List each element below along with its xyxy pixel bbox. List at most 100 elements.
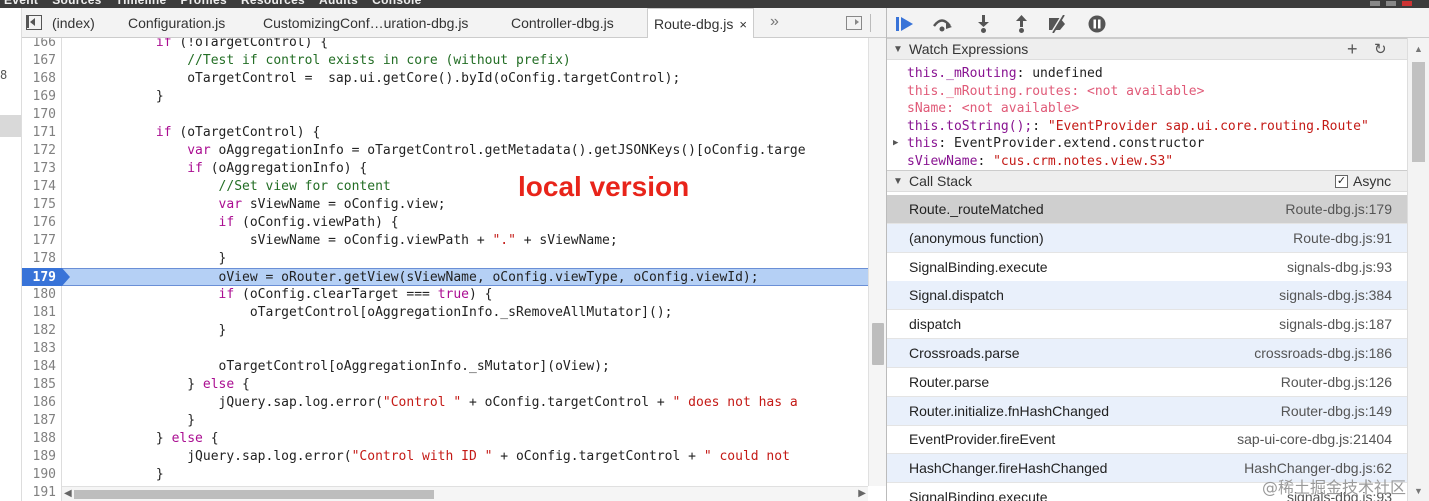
watch-expressions-header[interactable]: ▼ Watch Expressions + ↻ [887,38,1407,60]
call-frame[interactable]: EventProvider.fireEvent sap-ui-core-dbg.j… [887,425,1407,455]
line-number[interactable]: 176 [22,214,56,232]
menu-item[interactable]: Timeline [116,0,167,7]
refresh-watch-icon[interactable]: ↻ [1374,39,1387,61]
code-line[interactable]: 184 oTargetControl[oAggregationInfo._sMu… [22,358,868,376]
toggle-navigator-icon[interactable] [26,15,42,30]
line-number[interactable]: 184 [22,358,56,376]
line-number[interactable]: 173 [22,160,56,178]
line-number[interactable]: 178 [22,250,56,268]
line-number[interactable]: 171 [22,124,56,142]
line-number[interactable]: 182 [22,322,56,340]
code-line[interactable]: 167 //Test if control exists in core (wi… [22,52,868,70]
step-out-icon[interactable] [1011,15,1033,33]
scroll-down-icon[interactable]: ▼ [1414,486,1423,496]
collapse-triangle-icon[interactable]: ▼ [893,171,903,192]
code-line[interactable]: 183 [22,340,868,358]
code-line[interactable]: 168 oTargetControl = sap.ui.getCore().by… [22,70,868,88]
step-over-icon[interactable] [931,15,953,33]
call-frame[interactable]: SignalBinding.execute signals-dbg.js:93 [887,253,1407,282]
line-number[interactable]: 168 [22,70,56,88]
deactivate-breakpoints-icon[interactable] [1047,15,1069,33]
tab-controller-dbg-js[interactable]: Controller-dbg.js [511,8,614,38]
watch-expression-row[interactable]: this.toString();: "EventProvider sap.ui.… [907,118,1369,135]
editor-vertical-scrollbar[interactable] [868,38,886,486]
code-line[interactable]: 171 if (oTargetControl) { [22,124,868,142]
scrollbar-thumb[interactable] [74,490,434,499]
call-frame-location-link[interactable]: Router-dbg.js:149 [1281,397,1392,425]
watch-expression-row[interactable]: this._mRouting.routes: <not available> [907,83,1204,100]
watch-expression-row[interactable]: this._mRouting: undefined [907,65,1103,82]
call-frame-location-link[interactable]: signals-dbg.js:384 [1279,281,1392,309]
call-frame-location-link[interactable]: sap-ui-core-dbg.js:21404 [1237,425,1392,453]
code-editor[interactable]: 166 if (!oTargetControl) {167 //Test if … [22,38,886,501]
code-line[interactable]: 182 } [22,322,868,340]
scroll-right-icon[interactable]: ▶ [858,488,866,499]
code-line[interactable]: 187 } [22,412,868,430]
line-number[interactable]: 172 [22,142,56,160]
line-number[interactable]: 191 [22,484,56,501]
scroll-up-icon[interactable]: ▲ [1414,44,1423,54]
scrollbar-thumb[interactable] [1412,62,1425,162]
window-minimize-icon[interactable] [1370,1,1380,6]
call-frame-location-link[interactable]: signals-dbg.js:93 [1287,253,1392,281]
menu-item[interactable]: Console [372,0,421,7]
code-line[interactable]: 169 } [22,88,868,106]
expand-triangle-icon[interactable]: ▶ [893,135,898,152]
code-line[interactable]: 174 //Set view for content [22,178,868,196]
menubar-items[interactable]: Event Sources Timeline Profiles Resources Aud… [4,0,436,7]
line-number[interactable]: 174 [22,178,56,196]
watch-expression-row[interactable]: sName: <not available> [907,100,1079,117]
code-line[interactable]: 180 if (oConfig.clearTarget === true) { [22,286,868,304]
collapse-triangle-icon[interactable]: ▼ [893,39,903,60]
code-line[interactable]: 175 var sViewName = oConfig.view; [22,196,868,214]
line-number[interactable]: 180 [22,286,56,304]
line-number[interactable]: 190 [22,466,56,484]
call-frame[interactable]: Crossroads.parse crossroads-dbg.js:186 [887,339,1407,368]
line-number[interactable]: 183 [22,340,56,358]
call-stack-header[interactable]: ▼ Call Stack ✓ Async [887,170,1407,192]
call-frame-selected[interactable]: Route._routeMatched Route-dbg.js:179 [887,195,1407,224]
call-frame[interactable]: Signal.dispatch signals-dbg.js:384 [887,281,1407,311]
toggle-debugger-sidebar-icon[interactable] [846,16,862,30]
watch-expression-row[interactable]: ▶ this: EventProvider.extend.constructor [893,135,1204,152]
async-checkbox[interactable]: ✓ [1335,175,1348,188]
tab-index[interactable]: (index) [52,8,95,38]
tabs-overflow-icon[interactable]: » [770,13,779,31]
watch-expression-row[interactable]: sViewName: "cus.crm.notes.view.S3" [907,153,1173,170]
menu-item[interactable]: Sources [52,0,101,7]
editor-horizontal-scrollbar[interactable]: ◀ ▶ [62,486,868,501]
window-maximize-icon[interactable] [1386,1,1396,6]
code-line[interactable]: 190 } [22,466,868,484]
line-number[interactable]: 186 [22,394,56,412]
line-number[interactable]: 189 [22,448,56,466]
sidebar-scrollbar[interactable]: ▲ ▼ [1407,38,1429,501]
menu-item[interactable]: Profiles [181,0,227,7]
line-number[interactable]: 170 [22,106,56,124]
code-line[interactable]: 173 if (oAggregationInfo) { [22,160,868,178]
line-number[interactable]: 166 [22,38,56,52]
call-frame[interactable]: Router.initialize.fnHashChanged Router-db… [887,396,1407,426]
code-line[interactable]: 186 jQuery.sap.log.error("Control " + oC… [22,394,868,412]
code-line[interactable]: 188 } else { [22,430,868,448]
tab-configuration-js[interactable]: Configuration.js [128,8,225,38]
code-line[interactable]: 170 [22,106,868,124]
tab-route-dbg-js[interactable]: Route-dbg.js × [647,8,754,39]
call-frame-location-link[interactable]: signals-dbg.js:187 [1279,310,1392,338]
line-number[interactable]: 188 [22,430,56,448]
code-line[interactable]: 185 } else { [22,376,868,394]
call-frame-location-link[interactable]: Route-dbg.js:179 [1285,195,1392,223]
line-number[interactable]: 181 [22,304,56,322]
step-into-icon[interactable] [973,15,995,33]
add-watch-icon[interactable]: + [1347,39,1358,59]
code-line-current[interactable]: 179 oView = oRouter.getView(sViewName, o… [22,268,868,286]
code-line[interactable]: 172 var oAggregationInfo = oTargetContro… [22,142,868,160]
call-frame[interactable]: Router.parse Router-dbg.js:126 [887,368,1407,397]
call-frame-location-link[interactable]: Router-dbg.js:126 [1281,368,1392,396]
code-line[interactable]: 181 oTargetControl[oAggregationInfo._sRe… [22,304,868,322]
call-frame-location-link[interactable]: crossroads-dbg.js:186 [1254,339,1392,367]
call-frame[interactable]: dispatch signals-dbg.js:187 [887,310,1407,340]
code-line[interactable]: 166 if (!oTargetControl) { [22,38,868,52]
line-number[interactable]: 175 [22,196,56,214]
close-tab-icon[interactable]: × [739,17,747,32]
line-number[interactable]: 187 [22,412,56,430]
